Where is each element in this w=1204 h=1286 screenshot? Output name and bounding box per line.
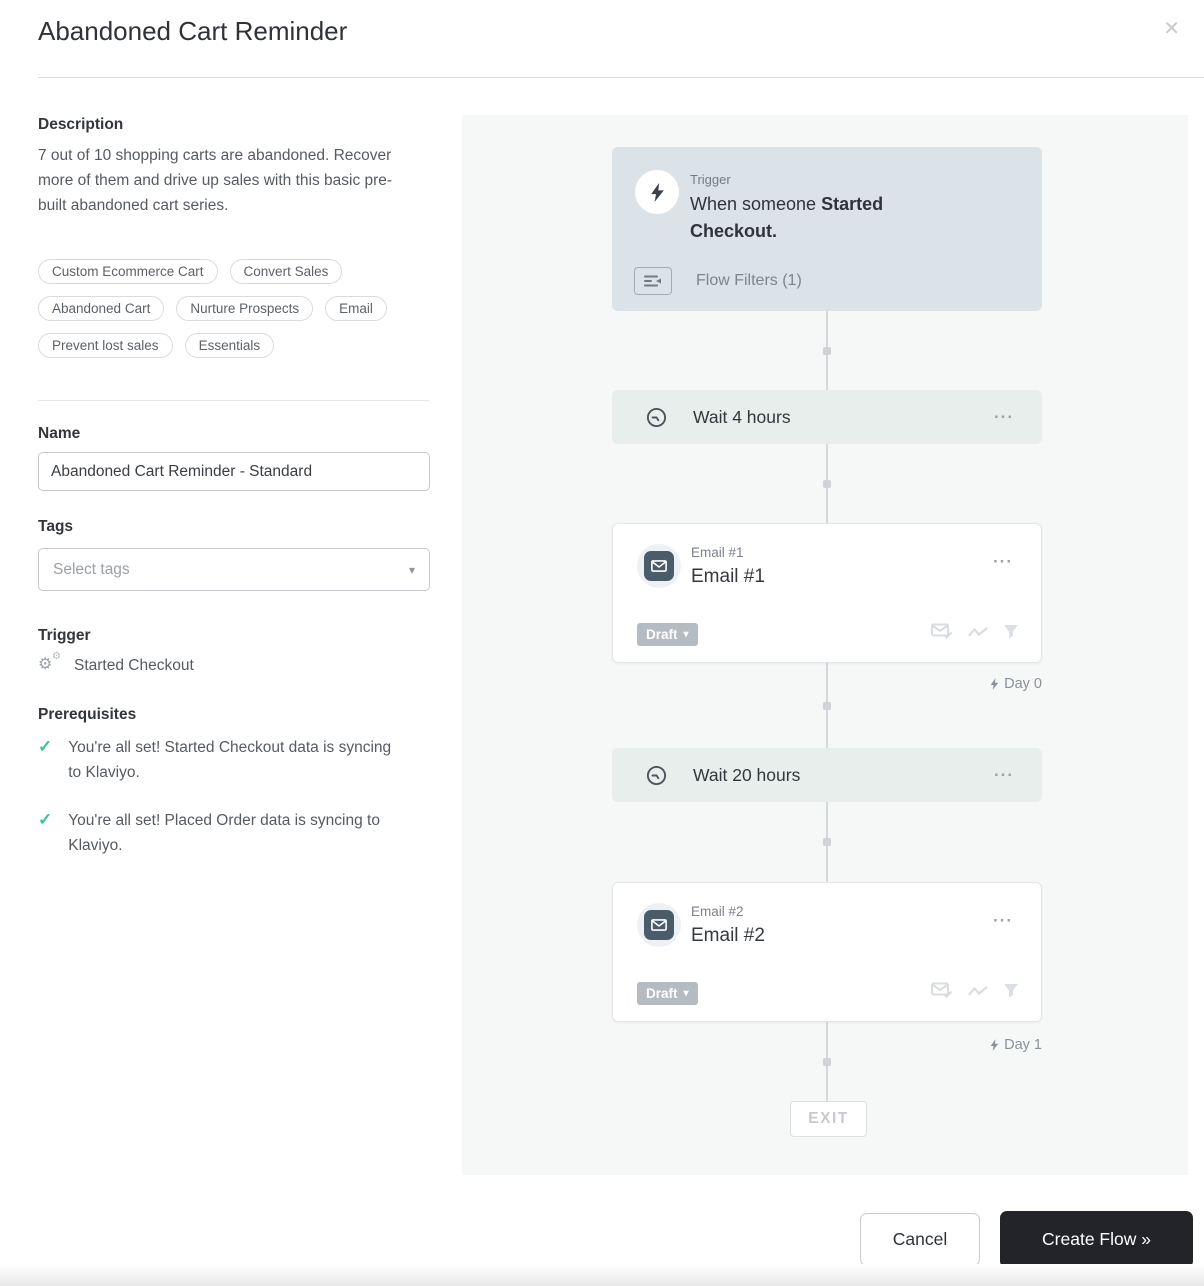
lightning-icon	[990, 1039, 999, 1051]
category-tag-pill: Email	[325, 296, 387, 321]
chevron-down-icon: ▾	[684, 989, 689, 999]
category-tag-pill: Convert Sales	[230, 259, 343, 284]
exit-node: EXIT	[790, 1101, 867, 1137]
page-title: Abandoned Cart Reminder	[38, 16, 347, 47]
email-step-title: Email #1	[691, 566, 765, 588]
day-marker: Day 0	[990, 676, 1042, 692]
funnel-icon	[1003, 624, 1019, 644]
chevron-down-icon: ▾	[684, 630, 689, 640]
tags-select[interactable]: Select tags ▾	[38, 548, 430, 591]
prerequisite-item: ✓ You're all set! Placed Order data is s…	[38, 808, 430, 858]
flow-connector	[826, 311, 828, 390]
status-badge[interactable]: Draft ▾	[637, 623, 698, 646]
description-text: 7 out of 10 shopping carts are abandoned…	[38, 143, 418, 218]
check-icon: ✓	[38, 808, 52, 832]
funnel-icon	[1003, 983, 1019, 1003]
envelope-check-icon	[931, 623, 953, 644]
category-tag-pill: Abandoned Cart	[38, 296, 164, 321]
email-step-options	[931, 982, 1019, 1003]
section-divider	[38, 400, 430, 401]
step-menu-icon[interactable]: ···	[987, 552, 1019, 571]
squiggle-icon	[968, 984, 988, 1002]
email-step-label: Email #2	[691, 904, 744, 919]
category-tag-pill: Essentials	[185, 333, 275, 358]
tags-label: Tags	[38, 518, 73, 536]
flow-connector	[826, 1022, 828, 1101]
tags-placeholder: Select tags	[53, 561, 130, 579]
cancel-button[interactable]: Cancel	[860, 1213, 980, 1266]
create-flow-button[interactable]: Create Flow »	[1000, 1211, 1193, 1268]
email-icon	[637, 903, 681, 947]
category-tags: Custom Ecommerce Cart Convert Sales Aban…	[38, 259, 438, 358]
trigger-card-label: Trigger	[690, 172, 731, 187]
email-step-title: Email #2	[691, 925, 765, 947]
flow-connector	[826, 663, 828, 748]
email-step-card: Email #2 Email #2 ··· Draft ▾	[612, 882, 1042, 1022]
wait-step-card: Wait 4 hours ···	[612, 390, 1042, 444]
check-icon: ✓	[38, 735, 52, 759]
squiggle-icon	[968, 625, 988, 643]
step-menu-icon[interactable]: ···	[988, 766, 1020, 785]
chevron-down-icon: ▾	[409, 563, 415, 577]
header-divider	[38, 77, 1204, 78]
trigger-card: Trigger When someone Started Checkout. F…	[612, 147, 1042, 311]
day-marker-text: Day 1	[1004, 1037, 1042, 1053]
trigger-card-sentence: When someone Started Checkout.	[690, 191, 960, 245]
category-tag-pill: Prevent lost sales	[38, 333, 173, 358]
trigger-label: Trigger	[38, 627, 91, 645]
close-icon[interactable]: ✕	[1157, 10, 1186, 47]
flow-name-input[interactable]	[38, 452, 430, 491]
description-label: Description	[38, 116, 123, 134]
filter-lines-icon	[634, 267, 672, 295]
wait-step-card: Wait 20 hours ···	[612, 748, 1042, 802]
flow-connector	[826, 802, 828, 882]
name-label: Name	[38, 425, 80, 443]
email-step-label: Email #1	[691, 545, 744, 560]
flow-filters-row[interactable]: Flow Filters (1)	[634, 267, 802, 295]
category-tag-pill: Custom Ecommerce Cart	[38, 259, 218, 284]
step-menu-icon[interactable]: ···	[988, 408, 1020, 427]
prerequisite-item: ✓ You're all set! Started Checkout data …	[38, 735, 430, 785]
prerequisite-text: You're all set! Started Checkout data is…	[68, 735, 408, 785]
day-marker-text: Day 0	[1004, 676, 1042, 692]
wait-step-title: Wait 4 hours	[693, 407, 791, 428]
lightning-icon	[990, 678, 999, 690]
clock-icon	[646, 765, 667, 786]
metric-gear-icon: ⚙ ⚙	[38, 656, 58, 676]
lightning-icon	[635, 170, 679, 214]
category-tag-pill: Nurture Prospects	[176, 296, 313, 321]
trigger-metric-value: Started Checkout	[74, 657, 194, 675]
wait-step-title: Wait 20 hours	[693, 765, 800, 786]
email-step-card: Email #1 Email #1 ··· Draft ▾	[612, 523, 1042, 663]
create-flow-modal: Abandoned Cart Reminder ✕ Description 7 …	[0, 0, 1204, 1286]
envelope-check-icon	[931, 982, 953, 1003]
flow-connector	[826, 444, 828, 523]
prerequisites-label: Prerequisites	[38, 706, 136, 724]
trigger-metric-row: ⚙ ⚙ Started Checkout	[38, 656, 194, 676]
status-badge[interactable]: Draft ▾	[637, 982, 698, 1005]
day-marker: Day 1	[990, 1037, 1042, 1053]
clock-icon	[646, 407, 667, 428]
email-icon	[637, 544, 681, 588]
email-step-options	[931, 623, 1019, 644]
prerequisite-text: You're all set! Placed Order data is syn…	[68, 808, 408, 858]
step-menu-icon[interactable]: ···	[987, 911, 1019, 930]
flow-filters-label: Flow Filters (1)	[696, 272, 802, 290]
